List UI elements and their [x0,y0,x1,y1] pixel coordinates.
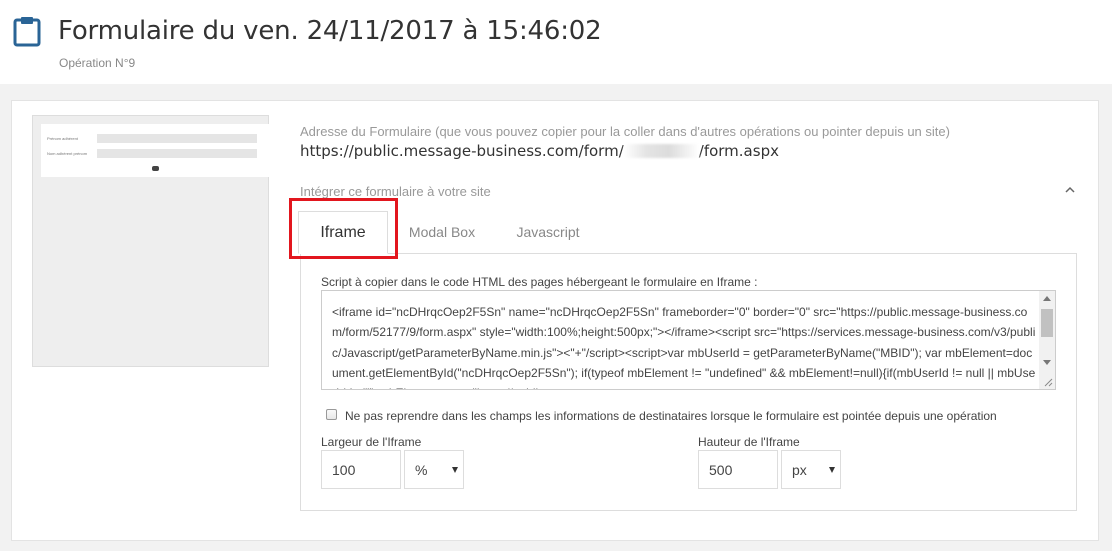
script-label: Script à copier dans le code HTML des pa… [321,275,758,289]
form-url-suffix: /form.aspx [698,142,779,160]
preview-submit-button [152,166,159,171]
scroll-thumb[interactable] [1041,309,1053,337]
redacted-id [623,144,699,158]
preview-field [97,134,257,143]
width-label: Largeur de l'Iframe [321,435,422,449]
form-address-label: Adresse du Formulaire (que vous pouvez c… [300,124,950,139]
preview-field [97,149,257,158]
page-subtitle: Opération N°9 [59,56,136,70]
preview-field-label: Prénom adhérent [47,136,78,141]
resize-grip-icon[interactable] [1043,377,1053,387]
preview-field-label: Nom adhérent prénom [47,151,88,156]
chevron-up-icon[interactable] [1064,185,1076,195]
no-recipient-data-label: Ne pas reprendre dans les champs les inf… [345,409,997,423]
chevron-down-icon [829,467,835,473]
highlight-box [289,198,398,259]
width-unit-select[interactable]: % [404,450,464,489]
tab-modal-box[interactable]: Modal Box [400,213,484,253]
width-input[interactable]: 100 [321,450,401,489]
form-url-prefix: https://public.message-business.com/form… [300,142,624,160]
clipboard-icon [13,17,41,47]
width-unit-value: % [415,462,428,478]
script-code: <iframe id="ncDHrqcOep2F5Sn" name="ncDHr… [332,305,1036,389]
height-input[interactable]: 500 [698,450,778,489]
form-url[interactable]: https://public.message-business.com/form… [300,142,779,160]
height-label: Hauteur de l'Iframe [698,435,800,449]
page-title: Formulaire du ven. 24/11/2017 à 15:46:02 [58,16,602,46]
tab-javascript[interactable]: Javascript [506,213,590,253]
scroll-up-icon[interactable] [1043,296,1051,301]
scroll-down-icon[interactable] [1043,360,1051,365]
chevron-down-icon [452,467,458,473]
form-preview-thumbnail[interactable]: Prénom adhérent Nom adhérent prénom [32,115,269,367]
script-textarea[interactable]: <iframe id="ncDHrqcOep2F5Sn" name="ncDHr… [321,290,1056,390]
scrollbar[interactable] [1039,291,1055,389]
form-preview-page: Prénom adhérent Nom adhérent prénom [41,124,269,177]
height-unit-value: px [792,462,807,478]
no-recipient-data-checkbox[interactable] [326,409,337,420]
height-unit-select[interactable]: px [781,450,841,489]
integrate-section-label: Intégrer ce formulaire à votre site [300,184,491,199]
